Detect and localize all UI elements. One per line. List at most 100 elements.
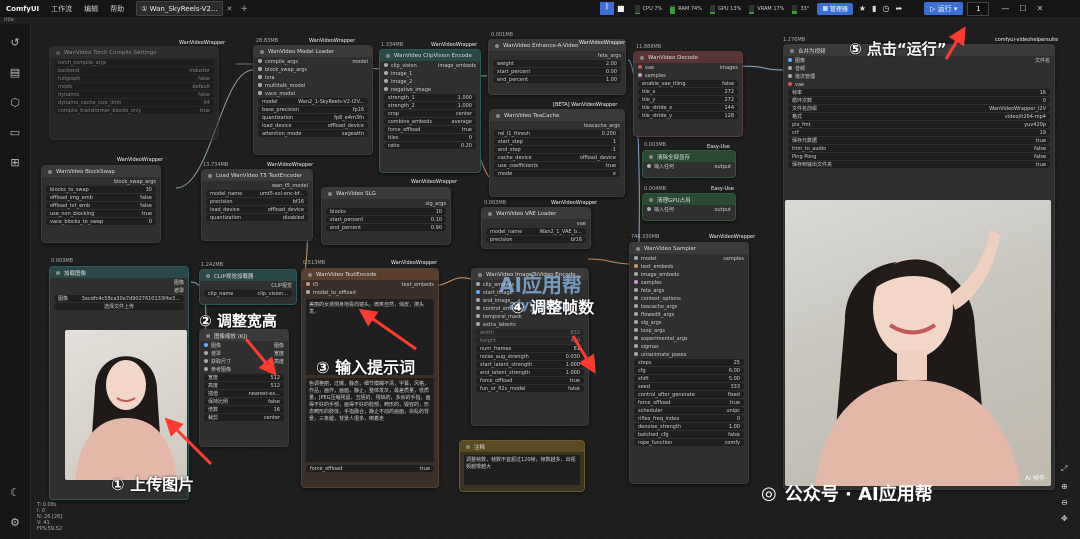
theme-toggle-icon[interactable]: ☾ bbox=[8, 486, 22, 500]
wechat-icon: ◎ bbox=[761, 482, 777, 504]
settings-gear-icon[interactable]: ⚙ bbox=[8, 516, 22, 530]
node-size: 746.330MB bbox=[631, 234, 660, 240]
run-button[interactable]: ▷ 运行 ▾ bbox=[924, 2, 964, 15]
history-icon[interactable]: ◷ bbox=[882, 4, 889, 13]
fit-view-icon[interactable]: ⤢ bbox=[1061, 464, 1067, 474]
node-size: 13.734MB bbox=[203, 162, 229, 168]
node-size: 1.334MB bbox=[381, 42, 404, 48]
node-size: 11.888MB bbox=[636, 44, 662, 50]
node-tag: WanVideoWrapper bbox=[267, 162, 314, 168]
history-icon[interactable]: ↺ bbox=[8, 36, 22, 50]
menu-edit[interactable]: 编辑 bbox=[78, 4, 104, 14]
workflow-tab[interactable]: ① Wan_SkyReels-V2... bbox=[136, 1, 223, 16]
node-tag: Easy-Use bbox=[711, 186, 734, 192]
node-size: 28.83MB bbox=[256, 38, 279, 44]
temp-stat: 33° bbox=[792, 3, 809, 15]
node-tag: comfyui-videohelpersuite bbox=[995, 37, 1059, 43]
note-node[interactable]: 注释 调整帧数，帧数不宜超过120帧，帧数越多，出视频越慢越大 bbox=[459, 440, 585, 492]
node-library-icon[interactable]: ⬡ bbox=[8, 96, 22, 110]
woman-portrait-icon bbox=[815, 230, 1021, 486]
photo-watermark: AI 帧作 bbox=[1025, 475, 1045, 482]
close-tab-icon[interactable]: ✕ bbox=[227, 5, 233, 13]
annotation-prompt: ③ 输入提示词 bbox=[316, 358, 416, 377]
menu-help[interactable]: 帮助 bbox=[104, 4, 130, 14]
node-tag: WanVideoWrapper bbox=[391, 260, 438, 266]
sampler-node[interactable]: WanVideo Sampler model samples text_embed… bbox=[629, 242, 749, 484]
add-tab-icon[interactable]: + bbox=[240, 4, 248, 14]
zoom-out-icon[interactable]: ⊖ bbox=[1061, 498, 1068, 507]
node-size: 0.004MB bbox=[644, 186, 667, 192]
node-size: 1.242MB bbox=[201, 262, 224, 268]
debug-info: T: 0.08s I: 0 N: 26 [26] V: 41 FPS:59.52 bbox=[37, 502, 63, 532]
top-menu-bar: ComfyUI 工作流 编辑 帮助 ① Wan_SkyReels-V2... ✕… bbox=[0, 0, 1080, 18]
share-icon[interactable]: ➦ bbox=[895, 4, 902, 13]
annotation-frames: ④ 调整帧数 bbox=[511, 298, 595, 317]
left-sidebar: ↺ ▤ ⬡ ▭ ⊞ ☾ ⚙ bbox=[0, 24, 31, 539]
minimize-icon[interactable]: — bbox=[1001, 4, 1009, 13]
t5-encoder-loader-node[interactable]: Load WanVideo T5 TextEncoder wan_t5_mode… bbox=[201, 169, 313, 241]
height-field[interactable]: 高度 512 bbox=[204, 382, 284, 389]
bluetooth-icon[interactable]: ᛒ bbox=[600, 2, 614, 15]
vae-loader-node[interactable]: WanVideo VAE Loader vae model_name Wan2_1… bbox=[481, 207, 591, 249]
node-tag: WanVideoWrapper bbox=[117, 157, 164, 163]
queue-icon[interactable]: ▤ bbox=[8, 66, 22, 80]
node-tag: WanVideoWrapper bbox=[551, 200, 598, 206]
clean-vram-node[interactable]: 清除全部显存 输入任何 output bbox=[642, 150, 736, 178]
queue-count[interactable]: 1 bbox=[967, 1, 990, 16]
teacache-node[interactable]: WanVideo TeaCache teacache_args rel_l1_t… bbox=[489, 109, 625, 197]
vae-decode-node[interactable]: WanVideo Decode vae images samples enable… bbox=[633, 51, 743, 137]
node-size: 0.003MB bbox=[644, 142, 667, 148]
bookmark-icon[interactable]: ▮ bbox=[872, 4, 876, 13]
bottom-watermark: ◎ 公众号 · AI应用帮 bbox=[761, 482, 933, 506]
upload-file-button[interactable]: 选择文件上传 bbox=[54, 303, 184, 310]
blockswap-node[interactable]: WanVideo BlockSwap block_swap_args block… bbox=[41, 165, 161, 243]
annotation-run: ⑤ 点击“运行” bbox=[849, 40, 947, 58]
model-loader-node[interactable]: WanVideo Model Loader compile_args model … bbox=[253, 45, 373, 155]
node-tag: WanVideoWrapper bbox=[411, 179, 458, 185]
output-video-preview[interactable]: AI 帧作 bbox=[785, 200, 1051, 486]
width-field[interactable]: 宽度 512 bbox=[204, 374, 284, 381]
annotation-resize: ② 调整宽高 bbox=[199, 312, 277, 330]
woman-portrait-icon bbox=[75, 356, 177, 480]
workflow-subtitle: title bbox=[0, 17, 1080, 24]
clipvision-encode-node[interactable]: WanVideo ClipVision Encode clip_vision im… bbox=[379, 49, 481, 173]
app-logo: ComfyUI bbox=[6, 4, 40, 13]
vram-stat: VRAM 17% bbox=[749, 3, 784, 15]
node-tag: WanVideoWrapper bbox=[579, 40, 626, 46]
maximize-icon[interactable]: ☐ bbox=[1019, 4, 1026, 13]
pan-icon[interactable]: ✥ bbox=[1061, 514, 1068, 523]
text-encode-node[interactable]: WanVideo TextEncode t5 text_embeds model_… bbox=[301, 268, 439, 488]
node-size: 0.001MB bbox=[491, 32, 514, 38]
node-size: 0.003MB bbox=[51, 258, 74, 264]
close-window-icon[interactable]: ✕ bbox=[1037, 4, 1044, 13]
gpu-stat: GPU 13% bbox=[710, 3, 741, 15]
manager-button[interactable]: ▦ 管理器 bbox=[817, 2, 853, 15]
zoom-in-icon[interactable]: ⊕ bbox=[1061, 482, 1068, 491]
status-area: ᛒ ■ CPU 7% RAM 74% GPU 13% VRAM 17% 33° … bbox=[600, 0, 902, 17]
enhance-a-video-node[interactable]: WanVideo Enhance-A-Video feta_args weigh… bbox=[488, 39, 626, 95]
workflows-icon[interactable]: ⊞ bbox=[8, 156, 22, 170]
slg-node[interactable]: WanVideo SLG slg_args blocks 10 start_per… bbox=[321, 187, 451, 245]
model-library-icon[interactable]: ▭ bbox=[8, 126, 22, 140]
node-tag: WanVideoWrapper bbox=[179, 40, 226, 46]
annotation-upload: ① 上传图片 bbox=[111, 475, 195, 494]
cpu-stat: CPU 7% bbox=[634, 3, 662, 15]
input-image-preview bbox=[65, 330, 187, 480]
image-resize-node[interactable]: 图像缩放 (KJ) 图像 图像 遮罩 宽度 获取尺寸 高度 参考图像 宽度 512 高度… bbox=[199, 329, 289, 447]
node-canvas[interactable]: WanVideo Torch Compile Settings torch_co… bbox=[31, 24, 1080, 539]
node-tag: WanVideoWrapper bbox=[431, 42, 478, 48]
menu-workflow[interactable]: 工作流 bbox=[45, 4, 78, 14]
clip-vision-loader-node[interactable]: CLIP视觉加载器 CLIP视觉 clip_name clip_vision... bbox=[199, 269, 297, 305]
note-text[interactable]: 调整帧数，帧数不宜超过120帧，帧数越多，出视频越慢越大 bbox=[464, 455, 580, 485]
negative-prompt-textarea[interactable]: 色调艳丽，过曝，静态，细节模糊不清，字幕，风格，作品，画作，画面，静止，整体发灰… bbox=[306, 378, 434, 462]
torch-compile-node[interactable]: WanVideo Torch Compile Settings torch_co… bbox=[49, 46, 219, 140]
node-size: 0.513MB bbox=[303, 260, 326, 266]
stop-icon[interactable]: ■ bbox=[617, 4, 625, 13]
num-frames-field[interactable]: num_frames 81 bbox=[476, 345, 584, 352]
node-size: 1.276MB bbox=[783, 37, 806, 43]
star-icon[interactable]: ★ bbox=[859, 4, 866, 13]
node-tag: WanVideoWrapper bbox=[309, 38, 356, 44]
run-controls: ▷ 运行 ▾ 1 — ☐ ✕ bbox=[924, 0, 1043, 17]
clean-gpu-node[interactable]: 清理GPU占用 输入任何 output bbox=[642, 193, 736, 221]
node-tag: WanVideoWrapper bbox=[709, 234, 756, 240]
